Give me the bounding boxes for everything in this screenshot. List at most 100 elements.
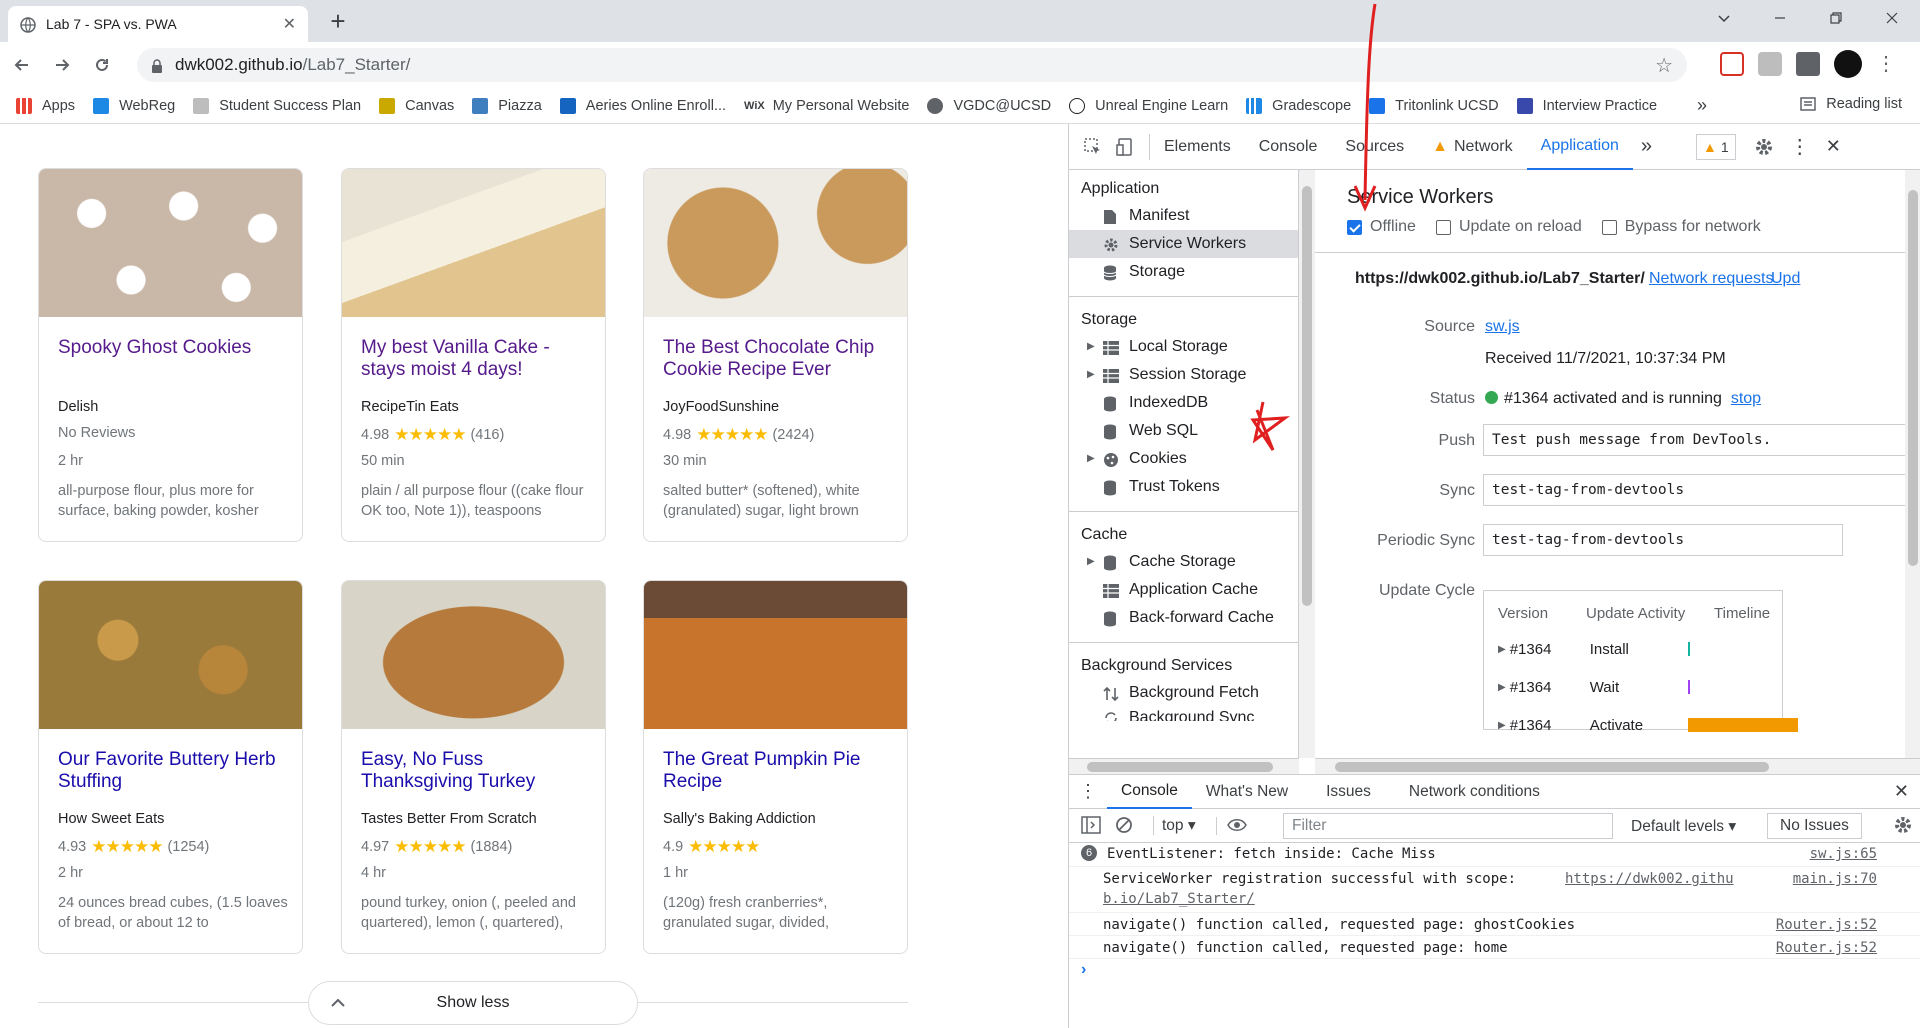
recipe-card[interactable]: Easy, No Fuss Thanksgiving Turkey Tastes…	[341, 580, 606, 954]
new-tab-icon[interactable]: +	[324, 8, 352, 36]
log-levels-select[interactable]: Default levels ▾	[1631, 817, 1736, 836]
recipe-rating: No Reviews	[58, 425, 136, 441]
webreg-icon	[93, 97, 110, 114]
browser-tab[interactable]: Lab 7 - SPA vs. PWA ✕	[8, 6, 308, 42]
clear-console-icon[interactable]	[1115, 816, 1133, 834]
column-header: Timeline	[1714, 605, 1771, 622]
recipe-card[interactable]: The Great Pumpkin Pie Recipe Sally's Bak…	[643, 580, 908, 954]
recipe-image	[644, 169, 907, 317]
bookmark-apps[interactable]: Apps	[16, 97, 75, 114]
recipe-time: 50 min	[361, 453, 405, 469]
recipe-rating: 4.97 ★★★★★ (1884)	[361, 837, 513, 856]
console-drawer: ⋮ Console What's New Issues Network cond…	[1069, 774, 1920, 1028]
drawer-tab-network-conditions[interactable]: Network conditions	[1395, 775, 1554, 809]
table-row[interactable]: ▶ #1364 Activate	[1498, 713, 1798, 737]
recipe-card[interactable]: My best Vanilla Cake - stays moist 4 day…	[341, 168, 606, 542]
recipe-title[interactable]: Our Favorite Buttery Herb Stuffing	[58, 749, 293, 793]
timeline-bar	[1687, 642, 1690, 656]
bookmark-student-success[interactable]: Student Success Plan	[193, 97, 361, 114]
sidebar-item-back-forward-cache[interactable]: Back-forward Cache	[1069, 604, 1298, 632]
bookmark-piazza[interactable]: Piazza	[472, 97, 542, 114]
recipe-title[interactable]: The Best Chocolate Chip Cookie Recipe Ev…	[663, 337, 898, 381]
bookmark-canvas[interactable]: Canvas	[379, 97, 454, 114]
console-prompt[interactable]: ›	[1081, 961, 1086, 979]
recipe-title[interactable]: My best Vanilla Cake - stays moist 4 day…	[361, 337, 596, 381]
close-drawer-icon[interactable]: ✕	[1882, 775, 1920, 809]
console-filter-input[interactable]: Filter	[1283, 813, 1613, 839]
back-icon[interactable]	[4, 47, 40, 83]
apps-grid-icon	[16, 97, 32, 114]
source-link[interactable]: main.js:70	[1793, 871, 1877, 887]
scope-link[interactable]: b.io/Lab7_Starter/	[1103, 891, 1255, 907]
sidebar-toggle-icon[interactable]	[1081, 816, 1101, 835]
sidebar-item-background-fetch[interactable]: Background Fetch	[1069, 679, 1298, 707]
source-link[interactable]: Router.js:52	[1776, 940, 1877, 956]
drawer-tab-whats-new[interactable]: What's New	[1192, 775, 1302, 809]
repeat-count-badge: 6	[1081, 845, 1097, 861]
star-rating-icon: ★★★★★	[688, 837, 760, 856]
forward-icon[interactable]	[44, 47, 80, 83]
reload-icon[interactable]	[84, 47, 120, 83]
recipe-rating: 4.98 ★★★★★ (416)	[361, 425, 505, 444]
console-toolbar: top ▾ Filter Default levels ▾ No Issues	[1069, 809, 1920, 843]
timeline-bar	[1687, 680, 1690, 694]
aeries-icon	[559, 97, 576, 114]
recipe-card[interactable]: Our Favorite Buttery Herb Stuffing How S…	[38, 580, 303, 954]
wix-icon: WiX	[744, 99, 765, 112]
drawer-menu-icon[interactable]: ⋮	[1069, 775, 1107, 809]
bookmark-aeries[interactable]: Aeries Online Enroll...	[559, 97, 726, 114]
source-link[interactable]: Router.js:52	[1776, 917, 1877, 933]
bookmark-webreg[interactable]: WebReg	[93, 97, 175, 114]
update-cycle-table: Version Update Activity Timeline ▶ #1364 I…	[1483, 590, 1798, 734]
expand-triangle-icon[interactable]: ▶	[1498, 644, 1506, 655]
close-tab-icon[interactable]: ✕	[283, 14, 296, 34]
context-select[interactable]: top ▾	[1153, 816, 1196, 835]
recipe-rating: 4.93 ★★★★★ (1254)	[58, 837, 210, 856]
recipe-ingredients: salted butter* (softened), white (granul…	[663, 483, 860, 519]
divider	[638, 1002, 908, 1003]
recipe-title[interactable]: Easy, No Fuss Thanksgiving Turkey	[361, 749, 596, 793]
recipe-title[interactable]: Spooky Ghost Cookies	[58, 337, 293, 359]
piazza-icon	[472, 97, 489, 114]
recipe-rating: 4.98 ★★★★★ (2424)	[663, 425, 815, 444]
recipe-image	[39, 581, 302, 729]
console-message: navigate() function called, requested pa…	[1069, 913, 1920, 936]
source-link[interactable]: sw.js:65	[1810, 846, 1877, 862]
bookmark-vgdc[interactable]: VGDC@UCSD	[927, 97, 1051, 114]
recipe-org: RecipeTin Eats	[361, 399, 459, 415]
recipe-org: Tastes Better From Scratch	[361, 811, 537, 827]
recipe-org: JoyFoodSunshine	[663, 399, 780, 415]
sidebar-heading-background: Background Services	[1081, 657, 1233, 674]
drawer-tab-issues[interactable]: Issues	[1302, 775, 1395, 809]
expand-triangle-icon[interactable]: ▶	[1498, 720, 1506, 731]
timeline-bar	[1687, 718, 1798, 732]
eye-icon[interactable]	[1215, 816, 1247, 835]
recipe-org: Sally's Baking Addiction	[663, 811, 816, 827]
expand-triangle-icon[interactable]: ▶	[1498, 682, 1506, 693]
show-less-button[interactable]: Show less	[308, 981, 638, 1025]
recipe-time: 2 hr	[58, 453, 83, 469]
drawer-tab-console[interactable]: Console	[1107, 775, 1192, 809]
bookmark-personal-site[interactable]: WiX My Personal Website	[744, 98, 909, 114]
database-icon	[1103, 610, 1117, 628]
url-path: /Lab7_Starter/	[302, 55, 411, 74]
recipe-card[interactable]: Spooky Ghost Cookies Delish No Reviews 2…	[38, 168, 303, 542]
recipe-card[interactable]: The Best Chocolate Chip Cookie Recipe Ev…	[643, 168, 908, 542]
table-row[interactable]: ▶ #1364 Wait	[1498, 675, 1778, 699]
table-row[interactable]: ▶ #1364 Install	[1498, 637, 1778, 661]
recipe-ingredients: (120g) fresh cranberries*, granulated su…	[663, 895, 830, 931]
sidebar-hscrollbar[interactable]	[1069, 758, 1299, 774]
sidebar-item-background-sync[interactable]: Background Sync	[1069, 707, 1298, 721]
scope-link[interactable]: https://dwk002.githu	[1565, 871, 1734, 887]
globe-icon	[20, 15, 36, 33]
column-header: Update Activity	[1586, 605, 1686, 622]
no-issues-button[interactable]: No Issues	[1767, 813, 1862, 839]
recipe-org: Delish	[58, 399, 99, 415]
recipe-rating: 4.9 ★★★★★	[663, 837, 760, 856]
pane-hscrollbar[interactable]	[1315, 758, 1920, 774]
console-settings-gear-icon[interactable]	[1893, 815, 1913, 835]
recipe-time: 1 hr	[663, 865, 688, 881]
recipe-title[interactable]: The Great Pumpkin Pie Recipe	[663, 749, 898, 793]
up-down-arrows-icon	[1103, 685, 1119, 703]
lock-icon[interactable]	[151, 55, 163, 75]
